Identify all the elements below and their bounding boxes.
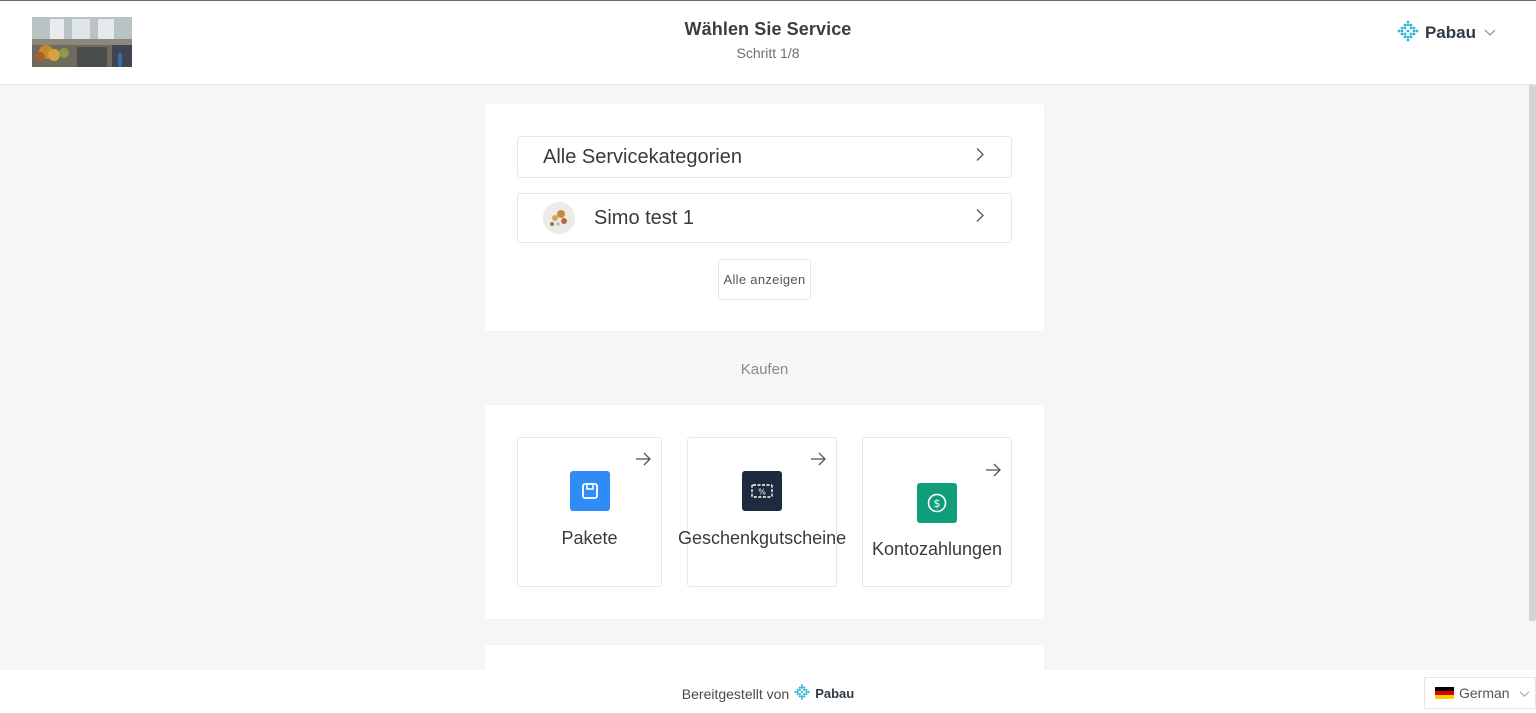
brand-menu[interactable]: Pabau — [1397, 20, 1496, 47]
header: Wählen Sie Service Schritt 1/8 Pabau — [0, 0, 1536, 85]
buy-card: Pakete % Geschenkgutscheine $ Kontozahlu… — [485, 405, 1044, 619]
service-categories-card: Alle Servicekategorien Simo test 1 Alle … — [485, 104, 1044, 331]
brand-name: Pabau — [1424, 23, 1476, 42]
show-all-button[interactable]: Alle anzeigen — [718, 259, 811, 300]
packages-tile[interactable]: Pakete — [517, 437, 662, 587]
all-categories-label: Alle Servicekategorien — [543, 145, 742, 168]
buy-section-label: Kaufen — [740, 361, 789, 378]
language-label: German — [1459, 685, 1510, 701]
gift-vouchers-tile[interactable]: % Geschenkgutscheine — [678, 437, 846, 587]
pabau-logo-icon — [794, 684, 810, 703]
language-selector[interactable]: German — [1424, 677, 1536, 709]
gift-vouchers-label: Geschenkgutscheine — [678, 528, 847, 548]
category-avatar — [543, 202, 575, 234]
account-payments-label: Kontozahlungen — [871, 539, 1003, 559]
package-icon — [569, 471, 610, 511]
chevron-right-icon — [976, 209, 985, 228]
page-title: Wählen Sie Service — [684, 19, 852, 39]
category-row[interactable]: Simo test 1 — [517, 193, 1012, 243]
arrow-right-icon — [810, 452, 826, 471]
account-payments-tile[interactable]: $ Kontozahlungen — [862, 437, 1012, 587]
arrow-right-icon — [635, 452, 651, 471]
svg-text:%: % — [758, 488, 766, 497]
dollar-icon: $ — [917, 483, 957, 523]
footer: Bereitgestellt von Pabau German — [0, 670, 1536, 713]
powered-by-label: Bereitgestellt von — [681, 685, 790, 702]
arrow-right-icon — [985, 463, 1001, 482]
category-label: Simo test 1 — [594, 206, 695, 229]
chevron-down-icon — [1484, 26, 1496, 40]
pabau-logo-icon — [1397, 20, 1419, 47]
all-categories-row[interactable]: Alle Servicekategorien — [517, 136, 1012, 178]
voucher-icon: % — [742, 471, 782, 511]
scrollbar[interactable] — [1529, 85, 1536, 621]
footer-brand-name: Pabau — [815, 686, 855, 701]
german-flag-icon — [1435, 687, 1454, 699]
chevron-down-icon — [1519, 685, 1530, 701]
step-indicator: Schritt 1/8 — [736, 45, 800, 61]
svg-text:$: $ — [934, 497, 941, 510]
chevron-right-icon — [976, 148, 985, 167]
packages-label: Pakete — [561, 528, 618, 548]
